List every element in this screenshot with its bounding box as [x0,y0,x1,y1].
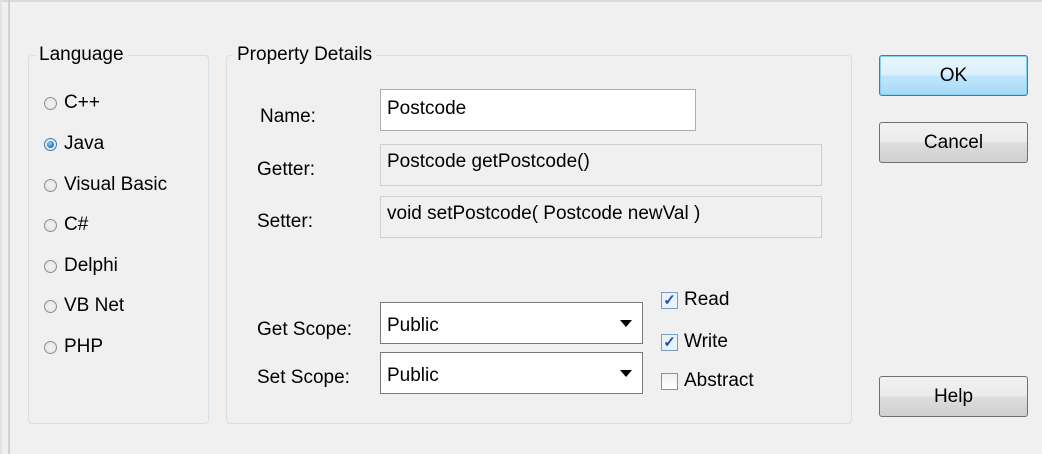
get-scope-value: Public [387,315,439,336]
name-input[interactable]: Postcode [380,89,696,131]
write-checkbox[interactable]: ✓ Write [661,329,728,355]
read-label: Read [684,289,730,310]
get-scope-select[interactable]: Public [380,302,643,344]
window-left-inner-edge [8,0,10,454]
radio-java-label: Java [64,133,105,154]
checkbox-empty-icon [661,372,678,390]
set-scope-select[interactable]: Public [380,352,643,394]
set-scope-value: Public [387,365,439,386]
cancel-button[interactable]: Cancel [879,122,1028,163]
radio-visual-basic-label: Visual Basic [64,174,168,195]
radio-delphi[interactable]: Delphi [44,253,118,279]
getter-field: Postcode getPostcode() [380,144,822,186]
window-left-edge [0,0,2,454]
checkmark-icon: ✓ [661,291,678,309]
radio-php-label: PHP [64,336,104,357]
radio-visual-basic[interactable]: Visual Basic [44,172,167,198]
setter-label: Setter: [257,211,313,232]
getter-label: Getter: [257,159,316,180]
radio-button-icon [44,96,57,110]
radio-delphi-label: Delphi [64,255,118,276]
name-label: Name: [260,106,316,127]
write-label: Write [684,331,728,352]
get-scope-label: Get Scope: [257,319,353,340]
radio-vb-net-label: VB Net [64,295,125,316]
ok-button[interactable]: OK [879,55,1028,96]
radio-cpp-label: C++ [64,92,100,113]
set-scope-label: Set Scope: [257,367,350,388]
radio-button-icon [44,299,57,313]
radio-php[interactable]: PHP [44,334,103,360]
window-top-edge [0,0,1042,2]
abstract-checkbox[interactable]: Abstract [661,368,754,394]
radio-button-icon [44,259,57,273]
property-details-title: Property Details [237,44,373,65]
radio-csharp[interactable]: C# [44,212,88,238]
radio-button-icon [44,340,57,354]
radio-csharp-label: C# [64,214,89,235]
chevron-down-icon [620,370,632,377]
radio-java[interactable]: Java [44,131,104,157]
checkmark-icon: ✓ [661,333,678,351]
language-group-title: Language [39,44,124,65]
radio-cpp[interactable]: C++ [44,90,100,116]
radio-button-icon [44,178,57,192]
radio-button-selected-icon [44,137,57,151]
setter-field: void setPostcode( Postcode newVal ) [380,196,822,238]
abstract-label: Abstract [684,370,754,391]
chevron-down-icon [620,320,632,327]
radio-vb-net[interactable]: VB Net [44,293,124,319]
radio-button-icon [44,218,57,232]
read-checkbox[interactable]: ✓ Read [661,287,729,313]
help-button[interactable]: Help [879,376,1028,417]
